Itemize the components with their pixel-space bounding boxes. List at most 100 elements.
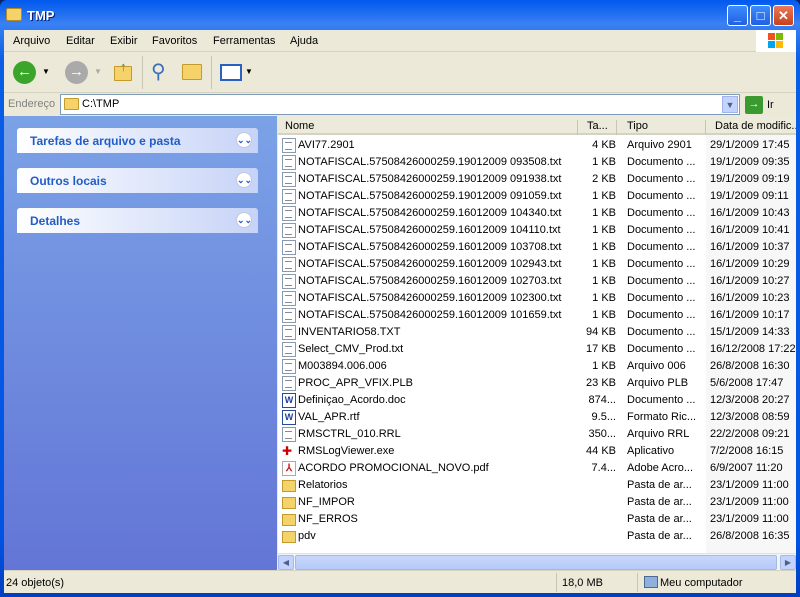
exe-icon: ✚ — [282, 444, 293, 458]
file-row[interactable]: NF_IMPOR Pasta de ar... 23/1/2009 11:00 — [278, 494, 796, 511]
file-row[interactable]: PROC_APR_VFIX.PLB 23 KB Arquivo PLB 5/6/… — [278, 375, 796, 392]
scroll-right-icon[interactable]: ▶ — [780, 555, 796, 570]
minimize-button[interactable]: _ — [727, 5, 748, 26]
chevron-down-icon[interactable]: ⌄⌄ — [236, 132, 252, 148]
file-date: 12/3/2008 20:27 — [710, 394, 790, 406]
panel-other-places[interactable]: Outros locais ⌄⌄ — [17, 168, 258, 193]
panel-details[interactable]: Detalhes ⌄⌄ — [17, 208, 258, 233]
menu-editar[interactable]: Editar — [66, 35, 95, 47]
horizontal-scrollbar[interactable]: ◀ ▶ — [278, 553, 796, 570]
file-row[interactable]: NF_ERROS Pasta de ar... 23/1/2009 11:00 — [278, 511, 796, 528]
close-button[interactable]: ✕ — [773, 5, 794, 26]
menu-favoritos[interactable]: Favoritos — [152, 35, 197, 47]
address-value: C:\TMP — [82, 98, 120, 110]
file-row[interactable]: NOTAFISCAL.57508426000259.16012009 10434… — [278, 205, 796, 222]
file-row[interactable]: NOTAFISCAL.57508426000259.19012009 09350… — [278, 154, 796, 171]
file-row[interactable]: NOTAFISCAL.57508426000259.16012009 10165… — [278, 307, 796, 324]
file-row[interactable]: INVENTARIO58.TXT 94 KB Documento ... 15/… — [278, 324, 796, 341]
file-icon — [282, 257, 296, 272]
menu-bar: Arquivo Editar Exibir Favoritos Ferramen… — [4, 30, 796, 52]
folder-icon — [282, 531, 296, 543]
file-name: PROC_APR_VFIX.PLB — [298, 377, 413, 389]
scroll-left-icon[interactable]: ◀ — [278, 555, 294, 570]
file-name: RMSLogViewer.exe — [298, 445, 395, 457]
file-row[interactable]: W VAL_APR.rtf 9.5... Formato Ric... 12/3… — [278, 409, 796, 426]
file-date: 16/12/2008 17:22 — [710, 343, 796, 355]
file-row[interactable]: NOTAFISCAL.57508426000259.16012009 10294… — [278, 256, 796, 273]
file-date: 29/1/2009 17:45 — [710, 139, 790, 151]
column-date[interactable]: Data de modific... — [715, 120, 796, 135]
scrollbar-thumb[interactable] — [295, 555, 777, 570]
chevron-down-icon[interactable]: ⌄⌄ — [236, 212, 252, 228]
file-type: Pasta de ar... — [627, 479, 692, 491]
file-icon — [282, 308, 296, 323]
file-size: 17 KB — [586, 343, 616, 355]
file-row[interactable]: ⅄ ACORDO PROMOCIONAL_NOVO.pdf 7.4... Ado… — [278, 460, 796, 477]
menu-ajuda[interactable]: Ajuda — [290, 35, 318, 47]
file-row[interactable]: NOTAFISCAL.57508426000259.16012009 10270… — [278, 273, 796, 290]
forward-icon[interactable]: → — [65, 61, 88, 84]
file-date: 6/9/2007 11:20 — [710, 462, 783, 474]
file-size: 874... — [588, 394, 616, 406]
folders-icon[interactable] — [182, 64, 202, 80]
file-date: 19/1/2009 09:11 — [710, 190, 789, 202]
file-type: Formato Ric... — [627, 411, 697, 423]
title-bar[interactable]: TMP _ □ ✕ — [0, 0, 800, 30]
pdf-icon: ⅄ — [282, 461, 296, 476]
file-row[interactable]: W Definiçao_Acordo.doc 874... Documento … — [278, 392, 796, 409]
word-icon: W — [282, 393, 296, 408]
file-date: 23/1/2009 11:00 — [710, 496, 789, 508]
views-icon[interactable] — [220, 64, 242, 81]
file-row[interactable]: AVI77.2901 4 KB Arquivo 2901 29/1/2009 1… — [278, 137, 796, 154]
back-icon[interactable]: ← — [13, 61, 36, 84]
search-icon[interactable]: ⚲ — [151, 59, 166, 84]
maximize-button[interactable]: □ — [750, 5, 771, 26]
file-row[interactable]: M003894.006.006 1 KB Arquivo 006 26/8/20… — [278, 358, 796, 375]
file-row[interactable]: NOTAFISCAL.57508426000259.16012009 10411… — [278, 222, 796, 239]
menu-exibir[interactable]: Exibir — [110, 35, 138, 47]
folder-icon — [282, 497, 296, 509]
go-arrow-icon[interactable]: → — [745, 96, 763, 114]
file-date: 16/1/2009 10:41 — [710, 224, 790, 236]
file-row[interactable]: ✚ RMSLogViewer.exe 44 KB Aplicativo 7/2/… — [278, 443, 796, 460]
views-dropdown-icon[interactable]: ▼ — [245, 67, 253, 76]
file-date: 15/1/2009 14:33 — [710, 326, 790, 338]
file-size: 44 KB — [586, 445, 616, 457]
file-type: Pasta de ar... — [627, 496, 692, 508]
chevron-down-icon[interactable]: ⌄⌄ — [236, 172, 252, 188]
file-row[interactable]: Relatorios Pasta de ar... 23/1/2009 11:0… — [278, 477, 796, 494]
column-type[interactable]: Tipo — [627, 120, 706, 135]
file-row[interactable]: NOTAFISCAL.57508426000259.19012009 09193… — [278, 171, 796, 188]
file-row[interactable]: NOTAFISCAL.57508426000259.19012009 09105… — [278, 188, 796, 205]
menu-ferramentas[interactable]: Ferramentas — [213, 35, 275, 47]
column-size[interactable]: Ta... — [587, 120, 617, 135]
panel-file-tasks[interactable]: Tarefas de arquivo e pasta ⌄⌄ — [17, 128, 258, 153]
back-dropdown-icon[interactable]: ▼ — [42, 67, 50, 76]
file-type: Documento ... — [627, 275, 696, 287]
file-name: NOTAFISCAL.57508426000259.16012009 10294… — [298, 258, 562, 270]
file-row[interactable]: pdv Pasta de ar... 26/8/2008 16:35 — [278, 528, 796, 545]
column-name[interactable]: Nome — [285, 120, 578, 135]
file-date: 19/1/2009 09:19 — [710, 173, 790, 185]
location-label: Meu computador — [660, 577, 743, 589]
task-pane: Tarefas de arquivo e pasta ⌄⌄ Outros loca… — [4, 116, 277, 570]
file-size: 7.4... — [591, 462, 616, 474]
file-icon — [282, 342, 296, 357]
file-name: NOTAFISCAL.57508426000259.16012009 10230… — [298, 292, 562, 304]
app-icon — [282, 138, 296, 153]
file-row[interactable]: Select_CMV_Prod.txt 17 KB Documento ... … — [278, 341, 796, 358]
file-size: 2 KB — [592, 173, 616, 185]
address-input[interactable]: C:\TMP ▼ — [60, 94, 740, 115]
file-name: NOTAFISCAL.57508426000259.19012009 09105… — [298, 190, 562, 202]
file-name: VAL_APR.rtf — [298, 411, 360, 423]
file-row[interactable]: RMSCTRL_010.RRL 350... Arquivo RRL 22/2/… — [278, 426, 796, 443]
file-size: 4 KB — [592, 139, 616, 151]
folder-up-icon[interactable]: ↑ — [114, 59, 132, 81]
file-icon — [282, 189, 296, 204]
go-button[interactable]: Ir — [767, 99, 774, 111]
address-dropdown-icon[interactable]: ▼ — [722, 96, 738, 113]
menu-arquivo[interactable]: Arquivo — [13, 35, 50, 47]
forward-dropdown-icon[interactable]: ▼ — [94, 67, 102, 76]
file-row[interactable]: NOTAFISCAL.57508426000259.16012009 10370… — [278, 239, 796, 256]
file-row[interactable]: NOTAFISCAL.57508426000259.16012009 10230… — [278, 290, 796, 307]
